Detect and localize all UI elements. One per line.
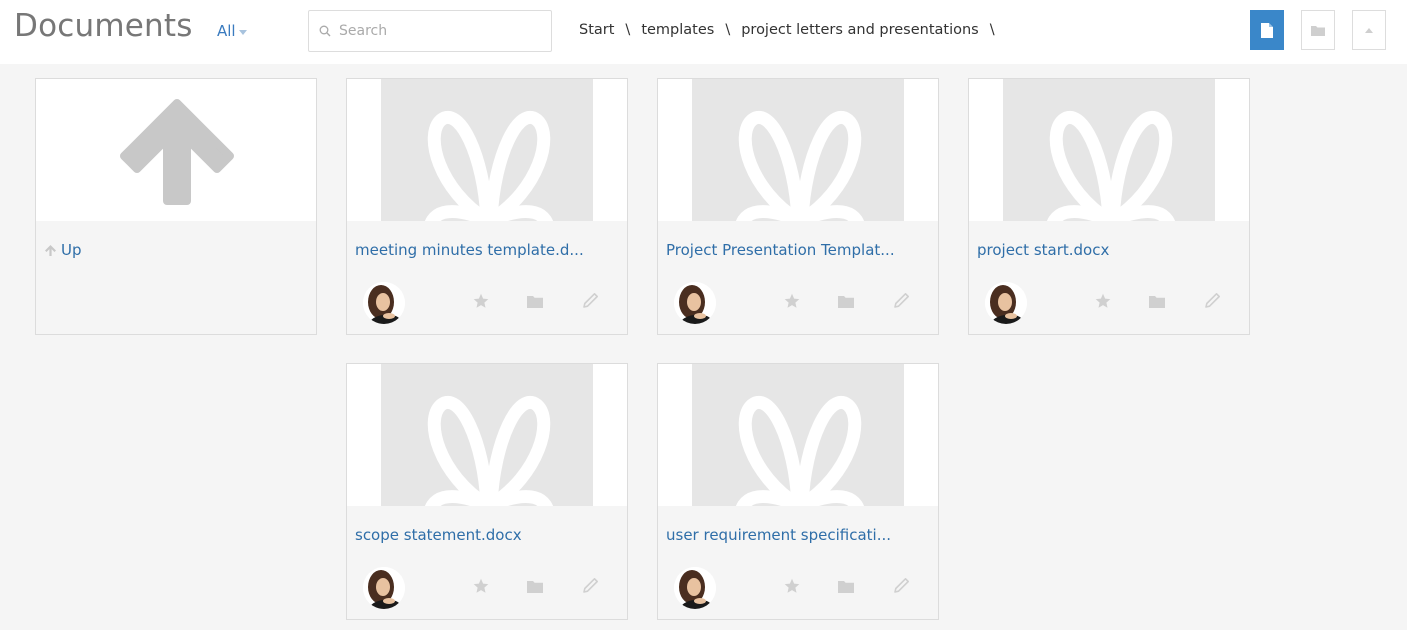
search-icon bbox=[319, 25, 331, 37]
butterfly-logo-icon bbox=[425, 111, 553, 221]
search-input[interactable] bbox=[339, 23, 539, 39]
edit-button[interactable] bbox=[583, 293, 598, 312]
move-to-folder-button[interactable] bbox=[838, 293, 854, 312]
owner-avatar[interactable] bbox=[363, 567, 405, 609]
star-icon bbox=[473, 293, 489, 308]
star-icon bbox=[784, 293, 800, 308]
view-documents-button[interactable] bbox=[1250, 10, 1284, 50]
document-thumbnail[interactable] bbox=[658, 364, 938, 506]
butterfly-logo-icon bbox=[1047, 111, 1175, 221]
star-icon bbox=[473, 578, 489, 593]
avatar-image bbox=[674, 282, 716, 324]
breadcrumb-item-current[interactable]: project letters and presentations bbox=[741, 22, 979, 38]
folder-icon bbox=[527, 581, 543, 593]
pencil-icon bbox=[583, 578, 598, 593]
filter-label: All bbox=[217, 22, 236, 40]
avatar-image bbox=[674, 567, 716, 609]
move-to-folder-button[interactable] bbox=[527, 293, 543, 312]
move-to-folder-button[interactable] bbox=[1149, 293, 1165, 312]
pencil-icon bbox=[894, 293, 909, 308]
collapse-button[interactable] bbox=[1352, 10, 1386, 50]
move-to-folder-button[interactable] bbox=[838, 578, 854, 597]
owner-avatar[interactable] bbox=[985, 282, 1027, 324]
star-icon bbox=[1095, 293, 1111, 308]
document-thumbnail[interactable] bbox=[969, 79, 1249, 221]
star-icon bbox=[784, 578, 800, 593]
document-name-link[interactable]: scope statement.docx bbox=[355, 526, 617, 544]
breadcrumb-item-templates[interactable]: templates bbox=[641, 22, 714, 38]
butterfly-logo-icon bbox=[736, 111, 864, 221]
up-thumbnail bbox=[36, 79, 316, 221]
document-card[interactable]: Project Presentation Templat... bbox=[657, 78, 939, 335]
breadcrumb: Start \ templates \ project letters and … bbox=[579, 22, 1006, 38]
owner-avatar[interactable] bbox=[674, 567, 716, 609]
document-thumbnail[interactable] bbox=[658, 79, 938, 221]
document-card[interactable]: meeting minutes template.d... bbox=[346, 78, 628, 335]
filter-dropdown[interactable]: All bbox=[217, 22, 247, 40]
arrow-up-icon bbox=[120, 99, 234, 205]
document-thumbnail[interactable] bbox=[347, 79, 627, 221]
up-link[interactable]: Up bbox=[44, 241, 82, 259]
folder-icon bbox=[527, 296, 543, 308]
favorite-button[interactable] bbox=[784, 293, 800, 313]
edit-button[interactable] bbox=[583, 578, 598, 597]
documents-grid: Up meeting minutes template.d... Project… bbox=[0, 64, 1407, 630]
document-name-link[interactable]: Project Presentation Templat... bbox=[666, 241, 928, 259]
document-card[interactable]: project start.docx bbox=[968, 78, 1250, 335]
document-name-link[interactable]: user requirement specificati... bbox=[666, 526, 928, 544]
search-box[interactable] bbox=[308, 10, 552, 52]
favorite-button[interactable] bbox=[784, 578, 800, 598]
view-folders-button[interactable] bbox=[1301, 10, 1335, 50]
move-to-folder-button[interactable] bbox=[527, 578, 543, 597]
avatar-image bbox=[363, 282, 405, 324]
avatar-image bbox=[985, 282, 1027, 324]
up-label: Up bbox=[61, 241, 82, 259]
edit-button[interactable] bbox=[894, 293, 909, 312]
arrow-up-icon bbox=[45, 244, 56, 256]
folder-icon bbox=[838, 296, 854, 308]
favorite-button[interactable] bbox=[473, 293, 489, 313]
owner-avatar[interactable] bbox=[363, 282, 405, 324]
chevron-up-icon bbox=[1365, 27, 1373, 33]
pencil-icon bbox=[894, 578, 909, 593]
edit-button[interactable] bbox=[1205, 293, 1220, 312]
breadcrumb-separator: \ bbox=[725, 22, 731, 38]
up-folder-card[interactable]: Up bbox=[35, 78, 317, 335]
chevron-down-icon bbox=[238, 29, 247, 35]
document-icon bbox=[1261, 22, 1273, 38]
favorite-button[interactable] bbox=[473, 578, 489, 598]
avatar-image bbox=[363, 567, 405, 609]
page-title: Documents bbox=[14, 8, 193, 44]
breadcrumb-separator: \ bbox=[989, 22, 995, 38]
folder-icon bbox=[838, 581, 854, 593]
breadcrumb-item-start[interactable]: Start bbox=[579, 22, 614, 38]
breadcrumb-separator: \ bbox=[625, 22, 631, 38]
owner-avatar[interactable] bbox=[674, 282, 716, 324]
document-card[interactable]: user requirement specificati... bbox=[657, 363, 939, 620]
document-thumbnail[interactable] bbox=[347, 364, 627, 506]
folder-icon bbox=[1149, 296, 1165, 308]
pencil-icon bbox=[583, 293, 598, 308]
butterfly-logo-icon bbox=[736, 396, 864, 506]
favorite-button[interactable] bbox=[1095, 293, 1111, 313]
document-card[interactable]: scope statement.docx bbox=[346, 363, 628, 620]
document-name-link[interactable]: project start.docx bbox=[977, 241, 1239, 259]
edit-button[interactable] bbox=[894, 578, 909, 597]
butterfly-logo-icon bbox=[425, 396, 553, 506]
folder-icon bbox=[1311, 25, 1325, 36]
pencil-icon bbox=[1205, 293, 1220, 308]
document-name-link[interactable]: meeting minutes template.d... bbox=[355, 241, 617, 259]
